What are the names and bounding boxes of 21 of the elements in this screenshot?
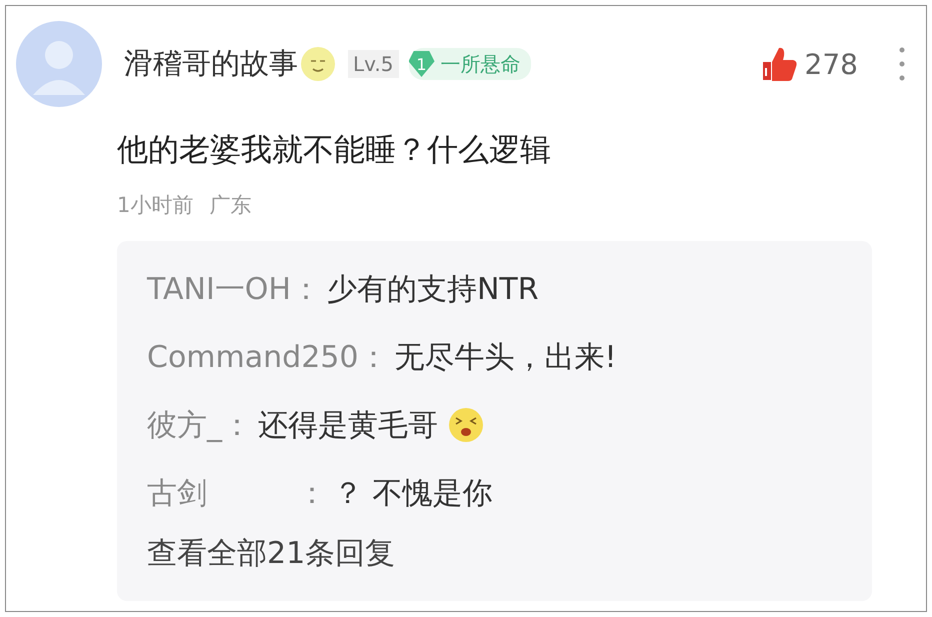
like-count: 278 — [804, 48, 858, 80]
reply-text: 无尽牛头，出来! — [394, 338, 616, 376]
view-all-replies-link[interactable]: 查看全部21条回复 — [147, 533, 396, 574]
reply-author[interactable]: Command250： — [147, 336, 388, 378]
laughing-emoji-icon — [448, 407, 484, 443]
reply-author[interactable]: 古剑 ： — [147, 472, 327, 514]
reply-author[interactable]: 彼方_： — [147, 404, 252, 446]
author-name[interactable]: 滑稽哥的故事 — [124, 44, 298, 84]
medal-number: 1 — [408, 51, 435, 77]
reply-text: ？ 不愧是你 — [333, 474, 493, 512]
comment-time: 1小时前 — [117, 192, 194, 219]
reply-text: 少有的支持NTR — [326, 270, 539, 308]
comment-location: 广东 — [209, 192, 252, 219]
more-options-icon[interactable] — [898, 46, 906, 82]
level-badge: Lv.5 — [348, 50, 399, 78]
medal-badge: 1 一所悬命 — [408, 48, 531, 80]
comment-text: 他的老婆我就不能睡？什么逻辑 — [117, 131, 552, 170]
smiley-icon — [300, 46, 336, 82]
reply-author[interactable]: TANI一OH： — [147, 268, 321, 310]
avatar-icon[interactable] — [16, 21, 102, 107]
reply-text: 还得是黄毛哥 — [258, 406, 438, 444]
